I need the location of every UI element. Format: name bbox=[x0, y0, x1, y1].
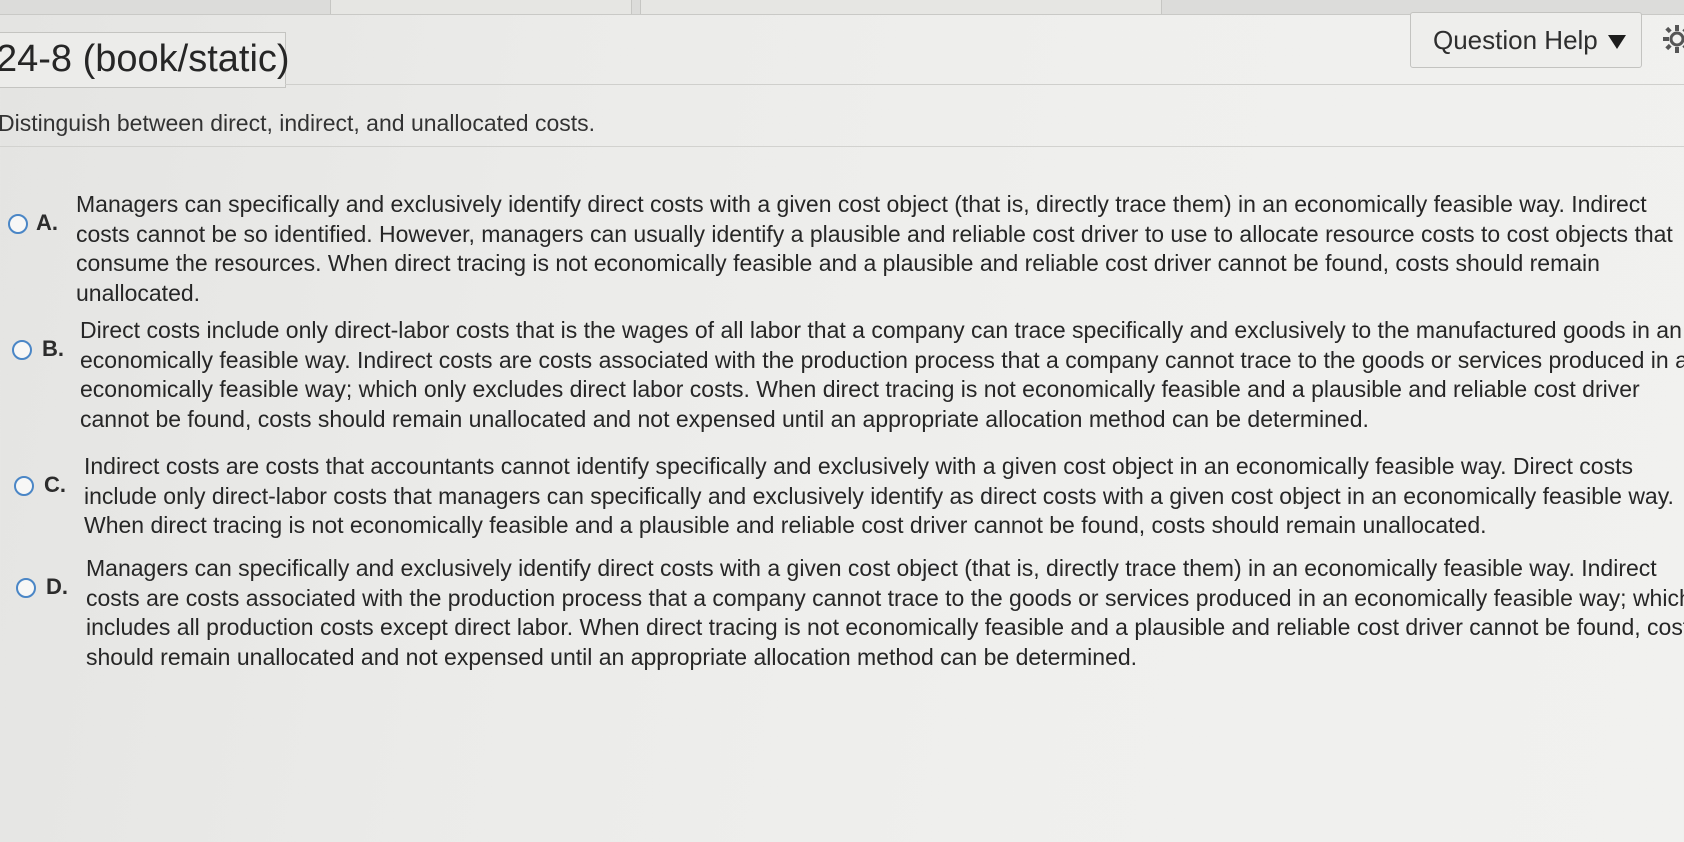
radio-button-c[interactable] bbox=[14, 476, 34, 496]
question-instruction: Distinguish between direct, indirect, an… bbox=[0, 110, 596, 136]
choice-line: When direct tracing is not economically … bbox=[84, 512, 1487, 538]
header-divider bbox=[285, 84, 1684, 85]
choice-line: Indirect costs are costs that accountant… bbox=[84, 453, 1633, 479]
choice-letter-b: B. bbox=[42, 336, 64, 361]
choice-line: costs cannot be so identified. However, … bbox=[76, 220, 1673, 247]
choice-line: cannot be found, costs should remain una… bbox=[80, 405, 1369, 432]
choice-line: includes all production costs except dir… bbox=[86, 614, 1684, 640]
choice-line: Direct costs include only direct-labor c… bbox=[80, 317, 1682, 343]
instruction-divider bbox=[0, 146, 1684, 147]
radio-button-a[interactable] bbox=[8, 214, 28, 234]
choice-text-a[interactable]: Managers can specifically and exclusivel… bbox=[76, 190, 1673, 308]
choice-letter-a: A. bbox=[36, 210, 58, 235]
choice-line: economically feasible way. Indirect cost… bbox=[80, 346, 1684, 373]
question-help-label: Question Help bbox=[1433, 24, 1598, 55]
gear-icon[interactable] bbox=[1662, 24, 1684, 54]
choice-line: Managers can specifically and exclusivel… bbox=[76, 191, 1647, 217]
choice-text-c[interactable]: Indirect costs are costs that accountant… bbox=[84, 452, 1674, 541]
radio-button-b[interactable] bbox=[12, 340, 32, 360]
choice-letter-c: C. bbox=[44, 472, 66, 497]
radio-button-d[interactable] bbox=[16, 578, 36, 598]
choice-line: consume the resources. When direct traci… bbox=[76, 250, 1600, 276]
choice-line: include only direct-labor costs that man… bbox=[84, 482, 1674, 509]
choice-letter-d: D. bbox=[46, 574, 68, 599]
page-title: 24-8 (book/static) bbox=[0, 38, 290, 80]
top-tab-edge bbox=[330, 0, 632, 14]
question-help-button[interactable]: Question Help bbox=[1410, 12, 1642, 68]
choice-line: should remain unallocated and not expens… bbox=[86, 643, 1138, 670]
top-tab-edge bbox=[640, 0, 1162, 14]
choice-text-d[interactable]: Managers can specifically and exclusivel… bbox=[86, 554, 1684, 672]
choice-line: Managers can specifically and exclusivel… bbox=[86, 555, 1657, 581]
caret-down-icon bbox=[1607, 34, 1626, 49]
choice-text-b[interactable]: Direct costs include only direct-labor c… bbox=[80, 316, 1684, 434]
choice-line: costs are costs associated with the prod… bbox=[86, 584, 1684, 611]
choice-line: economically feasible way; which only ex… bbox=[80, 376, 1640, 402]
choice-line: unallocated. bbox=[76, 279, 201, 306]
